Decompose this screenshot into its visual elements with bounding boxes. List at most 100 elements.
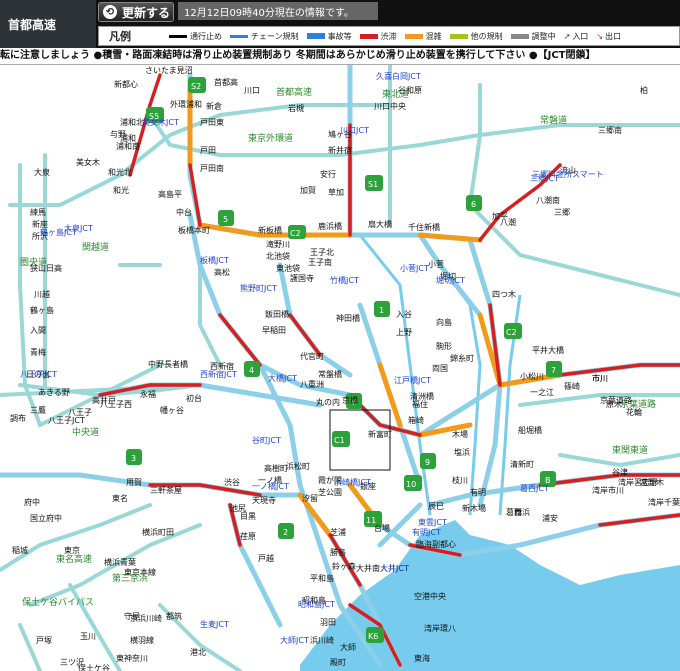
place-label: 神田橋 (336, 313, 360, 323)
legend-closed: 通行止め (169, 31, 222, 42)
place-label: 渋谷 (224, 477, 240, 487)
route-badge-5[interactable]: 5 (218, 210, 234, 226)
jct-label[interactable]: 板橋JCT (200, 255, 229, 265)
route-badge-1[interactable]: 1 (374, 301, 390, 317)
jct-label[interactable]: 葛西JCT (520, 483, 549, 493)
route-badge-4[interactable]: 4 (244, 361, 260, 377)
place-label: 小松川 (520, 371, 544, 381)
route-badge-7[interactable]: 7 (546, 361, 562, 377)
svg-text:7: 7 (551, 366, 556, 375)
place-label: 東池袋 (276, 263, 300, 273)
place-label: 板橋本町 (178, 225, 210, 235)
place-label: 加賀 (300, 185, 316, 195)
place-label: 横羽線 (130, 635, 154, 645)
place-label: 府中 (24, 497, 40, 507)
jct-label[interactable]: 久喜白岡JCT (376, 71, 421, 81)
place-label: 北池袋 (266, 251, 290, 261)
place-label: 川口中央 (374, 101, 406, 111)
place-label: 湾岸千葉 (648, 497, 680, 507)
place-label: 都筑 (166, 611, 182, 621)
jct-label[interactable]: 谷町JCT (252, 436, 281, 445)
route-badge-k6[interactable]: K6 (366, 627, 384, 643)
road-label-joban: 常磐道 (540, 114, 567, 126)
svg-text:10: 10 (406, 480, 416, 489)
place-label: 空港中央 (414, 591, 446, 601)
road-label-gaikan: 東京外環道 (248, 132, 293, 144)
place-label: 三郷南 (598, 125, 622, 135)
jct-label[interactable]: 生麦JCT (200, 619, 229, 629)
jct-label[interactable]: 西新宿JCT (200, 369, 237, 379)
jct-label[interactable]: 東雲JCT (418, 517, 447, 527)
svg-text:1: 1 (379, 306, 384, 315)
jct-label[interactable]: 江戸橋JCT (394, 375, 431, 385)
app-title: 首都高速 (0, 0, 96, 48)
jct-label[interactable]: 大橋JCT (268, 373, 297, 383)
jct-label[interactable]: 竹橋JCT (330, 275, 359, 285)
jct-label[interactable]: 三郷料金所スマート (532, 169, 604, 179)
route-badge-c2-north[interactable]: C2 (288, 225, 306, 239)
tokyo-bay (300, 520, 680, 671)
route-badge-c2-east[interactable]: C2 (504, 323, 522, 339)
jct-label[interactable]: 川口JCT (340, 126, 369, 135)
route-badge-9[interactable]: 9 (420, 453, 436, 469)
jct-label[interactable]: 堀切JCT (436, 276, 465, 285)
svg-text:K6: K6 (368, 632, 378, 641)
place-label: 王子南 (308, 257, 332, 267)
jct-label[interactable]: 美女木JCT (142, 117, 179, 127)
route-badge-c1[interactable]: C1 (332, 431, 350, 447)
jct-label[interactable]: 一ノ橋JCT (252, 481, 289, 491)
place-label: 殿町 (330, 658, 346, 667)
place-label: 勝島 (330, 547, 346, 557)
place-label: 和光北 (108, 167, 132, 177)
jct-label[interactable]: 昭和島JCT (298, 599, 335, 609)
refresh-button[interactable]: ⟲ 更新する (98, 2, 174, 22)
place-label: あきる野 (38, 388, 70, 397)
jct-label[interactable]: 八王子JCT (20, 370, 57, 379)
place-label: 守屋 (124, 611, 140, 621)
route-badge-10[interactable]: 10 (404, 475, 422, 491)
jct-label[interactable]: 有明JCT (412, 527, 441, 537)
place-label: 滝野川 (266, 239, 290, 249)
place-label: 鈴ヶ森 (332, 561, 356, 571)
notice-ticker: 転に注意しましょう ●積雪・路面凍結時は滑り止め装置規制あり 冬期間はあらかじめ… (0, 48, 680, 65)
place-label: 湾岸環八 (424, 623, 456, 633)
route-badge-3[interactable]: 3 (126, 449, 142, 465)
road-label-kanetsu: 関越道 (82, 241, 109, 253)
route-badge-s1[interactable]: S1 (365, 175, 383, 191)
svg-text:5: 5 (223, 215, 228, 224)
place-label: 狭山日高 (30, 263, 62, 273)
place-label: 王子北 (310, 248, 334, 257)
svg-text:4: 4 (249, 366, 254, 375)
refresh-label: 更新する (122, 5, 171, 20)
place-label: 港北 (190, 647, 206, 657)
route-badge-2[interactable]: 2 (278, 523, 294, 539)
jct-label[interactable]: 大井JCT (380, 563, 409, 573)
place-label: 荏原 (240, 532, 256, 541)
place-label: 宮野木 (640, 477, 664, 487)
place-label: 用賀 (126, 477, 142, 487)
legend-entrance: ↗ 入口 (563, 31, 589, 41)
place-label: 三軒茶屋 (150, 485, 182, 495)
place-label: 東名 (112, 493, 128, 503)
place-label: 千住新橋 (408, 222, 440, 232)
place-label: 横浜青葉 (104, 557, 136, 567)
place-label: 辰巳 (428, 502, 444, 511)
place-label: 新井宿 (328, 145, 352, 155)
place-label: 浜松町 (286, 461, 310, 471)
place-label: 新板橋 (258, 225, 282, 235)
place-label: 外環浦和 (170, 99, 202, 109)
road-label-higashi-kanto: 東関東道 (612, 444, 648, 456)
jct-label[interactable]: 小菅JCT (400, 263, 429, 273)
exit-arrow-icon: ↘ (596, 31, 604, 41)
place-label: 早稲田 (262, 325, 286, 335)
place-label: 両国 (432, 364, 448, 373)
jct-label[interactable]: 熊野町JCT (240, 283, 277, 293)
place-label: 玉川 (80, 632, 96, 641)
jct-label[interactable]: 大師JCT (280, 635, 309, 645)
route-badge-6[interactable]: 6 (466, 195, 482, 211)
expressway-map[interactable]: 首都高速 東北道 常磐道 東京外環道 関越道 圏央道 中央道 東名高速 第三京浜… (0, 65, 680, 671)
route-badge-s2[interactable]: S2 (188, 77, 206, 93)
jct-label[interactable]: 大泉JCT (64, 223, 93, 233)
place-label: 小菅 (428, 259, 444, 269)
jct-label[interactable]: 浜崎橋JCT (334, 477, 371, 487)
